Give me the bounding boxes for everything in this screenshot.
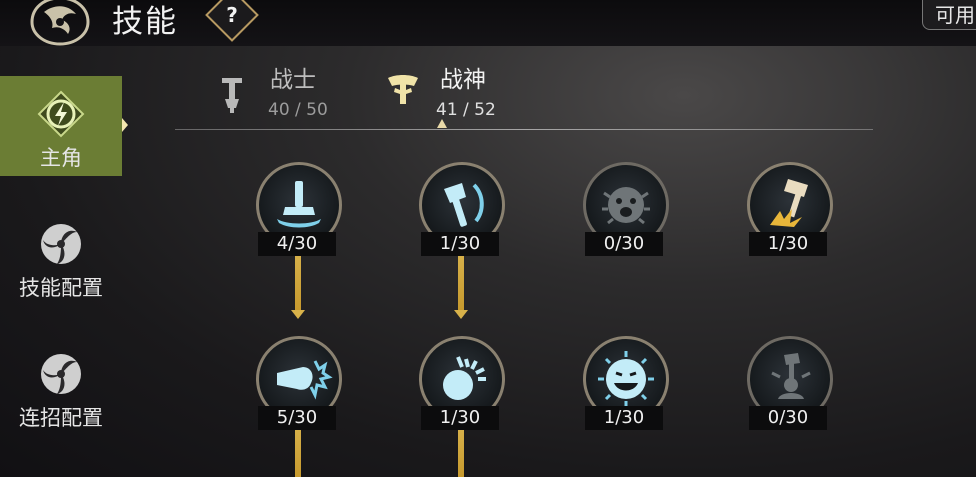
dragon-emblem-icon	[30, 0, 90, 46]
tab-divider	[175, 129, 873, 130]
page-title: 技能	[112, 4, 178, 40]
tab-label: 战士	[270, 67, 316, 93]
war-god-icon	[388, 75, 418, 104]
skill-level: 0/30	[749, 406, 827, 430]
skill-node[interactable]: 1/30	[419, 162, 505, 258]
skill-node[interactable]: 0/30	[583, 162, 669, 258]
triskelion-icon	[41, 224, 81, 264]
connector-arrow	[291, 310, 305, 319]
selected-tab-indicator	[437, 119, 447, 128]
skill-level: 0/30	[585, 232, 663, 256]
skill-connector	[458, 428, 464, 477]
skill-connector	[458, 254, 464, 310]
skill-level: 5/30	[258, 406, 336, 430]
help-button[interactable]: ?	[205, 0, 259, 42]
top-bar: 技能 ? 可用	[0, 0, 976, 46]
skill-level: 4/30	[258, 232, 336, 256]
skill-node[interactable]: 1/30	[419, 336, 505, 432]
skill-node[interactable]: 1/30	[583, 336, 669, 432]
warrior-icon	[222, 78, 242, 113]
triskelion-icon	[41, 354, 81, 394]
skill-level: 1/30	[421, 232, 499, 256]
skill-connector	[295, 428, 301, 477]
tab-warrior[interactable]: 战士 40 / 50	[210, 58, 350, 124]
skill-node[interactable]: 1/30	[747, 162, 833, 258]
skill-connector	[295, 254, 301, 310]
help-icon: ?	[226, 2, 238, 27]
sidebar-item-label: 主角	[40, 146, 82, 170]
tab-progress: 40 / 50	[268, 100, 328, 120]
sidebar-item-protagonist[interactable]: 主角	[0, 76, 128, 176]
tab-progress: 41 / 52	[436, 100, 496, 120]
sidebar-item-combo-config[interactable]: 连招配置	[0, 336, 122, 436]
skill-node[interactable]: 5/30	[256, 336, 342, 432]
sidebar-item-label: 连招配置	[19, 406, 103, 430]
available-button[interactable]: 可用	[922, 0, 976, 30]
sidebar-item-label: 技能配置	[19, 276, 103, 300]
skill-node[interactable]: 0/30	[747, 336, 833, 432]
sidebar: 主角 技能配置 连招配置	[0, 46, 128, 477]
skill-level: 1/30	[421, 406, 499, 430]
skill-node[interactable]: 4/30	[256, 162, 342, 258]
skill-level: 1/30	[585, 406, 663, 430]
tab-label: 战神	[440, 67, 486, 93]
sidebar-item-skill-config[interactable]: 技能配置	[0, 206, 122, 306]
tab-war-god[interactable]: 战神 41 / 52	[380, 58, 520, 124]
lightning-emblem-icon	[37, 90, 85, 138]
connector-arrow	[454, 310, 468, 319]
skill-level: 1/30	[749, 232, 827, 256]
